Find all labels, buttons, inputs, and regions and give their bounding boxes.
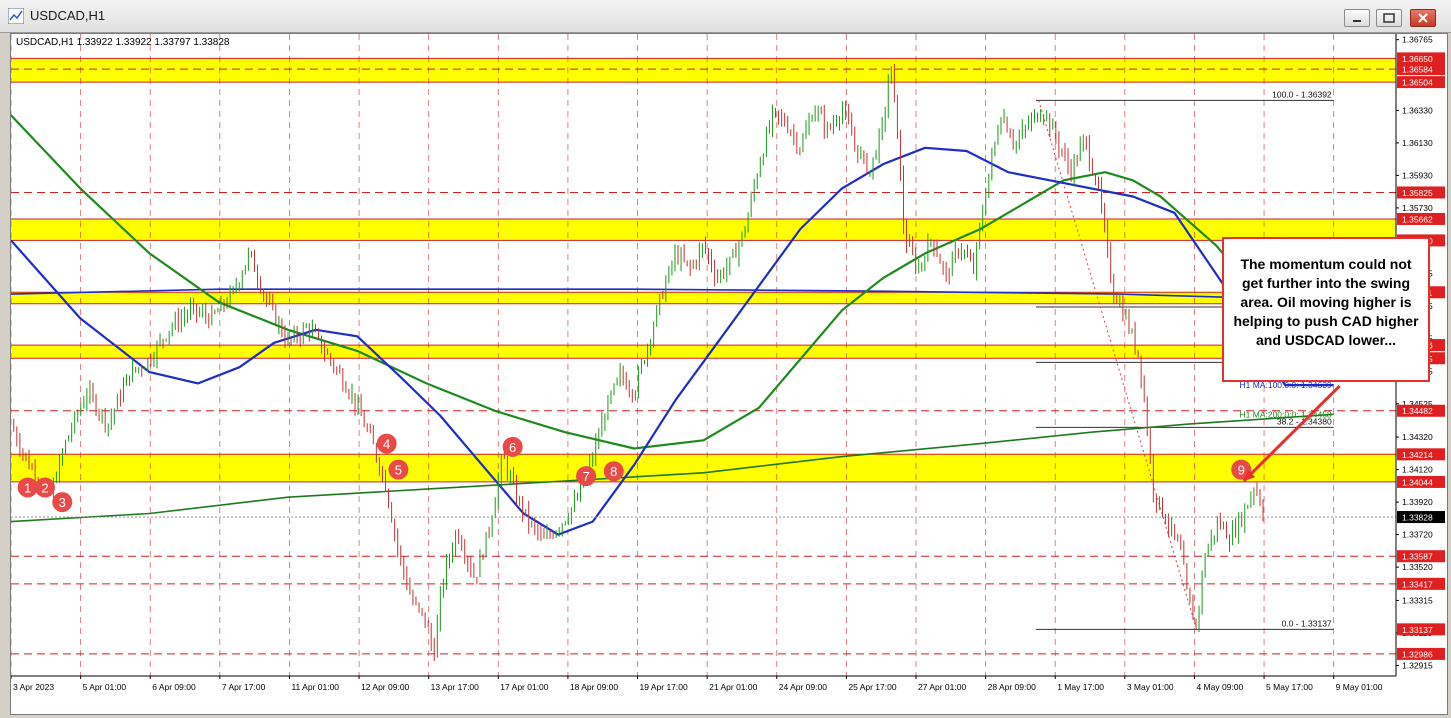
y-tick-label-14: 1.33520 <box>1402 562 1433 572</box>
trading-window: USDCAD,H1 100.0 - 1.3639238.2 - 1.343800… <box>0 0 1451 718</box>
level-badge-label-14: 1.33137 <box>1402 625 1433 635</box>
level-badge-label-9: 1.34482 <box>1402 406 1433 416</box>
y-tick-label-15: 1.33315 <box>1402 595 1433 605</box>
level-badge-label-4: 1.35662 <box>1402 214 1433 224</box>
x-tick-label-18: 5 May 17:00 <box>1266 682 1313 692</box>
x-tick-label-15: 1 May 17:00 <box>1057 682 1104 692</box>
y-tick-label-12: 1.33920 <box>1402 497 1433 507</box>
support-zone-3 <box>11 345 1396 359</box>
y-tick-label-13: 1.33720 <box>1402 530 1433 540</box>
symbol-ohlc-label: USDCAD,H1 1.33922 1.33922 1.33797 1.3382… <box>16 37 230 48</box>
level-badge-label-10: 1.34214 <box>1402 450 1433 460</box>
x-tick-label-12: 25 Apr 17:00 <box>848 682 896 692</box>
level-badge-label-15: 1.32986 <box>1402 649 1433 659</box>
marker-label-9: 9 <box>1238 463 1245 478</box>
x-tick-label-14: 28 Apr 09:00 <box>988 682 1036 692</box>
x-tick-label-10: 21 Apr 01:00 <box>709 682 757 692</box>
y-tick-label-17: 1.32915 <box>1402 660 1433 670</box>
fib-label-2: 0.0 - 1.33137 <box>1282 618 1332 628</box>
x-tick-label-19: 9 May 01:00 <box>1336 682 1383 692</box>
y-tick-label-0: 1.36765 <box>1402 35 1433 45</box>
y-tick-label-3: 1.35930 <box>1402 170 1433 180</box>
level-badge-label-11: 1.34044 <box>1402 477 1433 487</box>
level-badge-label-1: 1.36584 <box>1402 65 1433 75</box>
marker-label-3: 3 <box>59 495 66 510</box>
x-tick-label-3: 7 Apr 17:00 <box>222 682 266 692</box>
title-bar: USDCAD,H1 <box>0 0 1451 33</box>
y-tick-label-11: 1.34120 <box>1402 465 1433 475</box>
y-tick-label-4: 1.35730 <box>1402 203 1433 213</box>
maximize-button[interactable] <box>1376 9 1402 27</box>
y-tick-label-10: 1.34320 <box>1402 432 1433 442</box>
level-badge-label-13: 1.33417 <box>1402 579 1433 589</box>
chart-app-icon <box>8 8 24 24</box>
level-badge-label-0: 1.36650 <box>1402 54 1433 64</box>
ma-label-1: H1 MA:200:0:0: 1.34458 <box>1240 410 1332 420</box>
fib-trend-line <box>1038 100 1198 630</box>
level-badge-label-2: 1.36504 <box>1402 78 1433 88</box>
marker-label-5: 5 <box>395 463 402 478</box>
x-tick-label-13: 27 Apr 01:00 <box>918 682 966 692</box>
x-tick-label-11: 24 Apr 09:00 <box>779 682 827 692</box>
x-tick-label-0: 3 Apr 2023 <box>13 682 54 692</box>
y-tick-label-1: 1.36330 <box>1402 105 1433 115</box>
window-title: USDCAD,H1 <box>30 8 106 23</box>
close-button[interactable] <box>1410 9 1436 27</box>
level-badge-label-12: 1.33587 <box>1402 552 1433 562</box>
support-zone-0 <box>11 58 1396 83</box>
x-tick-label-17: 4 May 09:00 <box>1196 682 1243 692</box>
ma200-line <box>11 114 1245 450</box>
x-tick-label-5: 12 Apr 09:00 <box>361 682 409 692</box>
marker-label-7: 7 <box>582 469 589 484</box>
marker-label-6: 6 <box>509 440 516 455</box>
fib-label-0: 100.0 - 1.36392 <box>1272 89 1332 99</box>
x-tick-label-16: 3 May 01:00 <box>1127 682 1174 692</box>
x-tick-label-6: 13 Apr 17:00 <box>431 682 479 692</box>
level-badge-label-3: 1.35825 <box>1402 188 1433 198</box>
close-icon <box>1418 13 1428 23</box>
marker-label-1: 1 <box>24 480 31 495</box>
minimize-icon <box>1353 20 1361 22</box>
x-tick-label-2: 6 Apr 09:00 <box>152 682 196 692</box>
marker-label-2: 2 <box>41 480 48 495</box>
x-tick-label-7: 17 Apr 01:00 <box>500 682 548 692</box>
annotation-box: The momentum could not get further into … <box>1222 237 1430 382</box>
x-tick-label-9: 19 Apr 17:00 <box>640 682 688 692</box>
x-tick-label-1: 5 Apr 01:00 <box>83 682 127 692</box>
current-price-label: 1.33828 <box>1402 513 1433 523</box>
marker-label-4: 4 <box>383 437 390 452</box>
x-tick-label-8: 18 Apr 09:00 <box>570 682 618 692</box>
marker-label-8: 8 <box>610 464 617 479</box>
minimize-button[interactable] <box>1344 9 1370 27</box>
support-zone-4 <box>11 454 1396 482</box>
x-tick-label-4: 11 Apr 01:00 <box>291 682 339 692</box>
y-tick-label-2: 1.36130 <box>1402 138 1433 148</box>
maximize-icon <box>1383 13 1395 23</box>
